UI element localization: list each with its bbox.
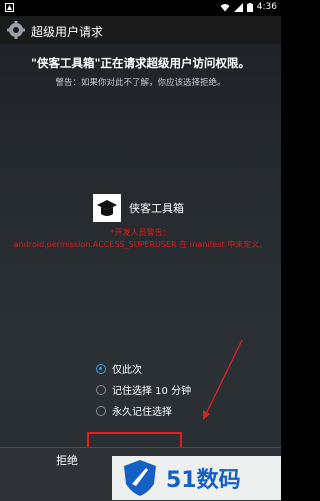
developer-warning-title: *开发人员警告：: [110, 228, 171, 237]
watermark: 51数码: [112, 456, 281, 500]
app-name: 侠客工具箱: [129, 202, 184, 215]
requesting-app: 侠客工具箱: [93, 194, 184, 222]
request-headline: "侠客工具箱"正在请求超级用户访问权限。: [31, 56, 250, 70]
app-logo-icon: [93, 194, 121, 222]
watermark-text: 51数码: [166, 468, 241, 493]
option-forever-label: 永久记住选择: [112, 407, 172, 418]
remember-options: 仅此次 记住选择 10 分钟 永久记住选择: [96, 358, 191, 421]
page-title: 超级用户请求: [31, 25, 104, 39]
android-notification-icon: [5, 3, 14, 12]
request-warning: 警告：如果你对此不了解，你应该选择拒绝。: [55, 78, 226, 88]
title-bar: 超级用户请求: [0, 16, 281, 44]
option-once-label: 仅此次: [112, 365, 142, 376]
gear-icon: [7, 21, 25, 39]
option-10-minutes-label: 记住选择 10 分钟: [112, 386, 192, 397]
radio-10-minutes[interactable]: [96, 384, 106, 395]
clock: 4:36: [256, 2, 277, 12]
radio-forever[interactable]: [96, 405, 106, 416]
radio-once[interactable]: [96, 363, 106, 374]
shield-logo-icon: [124, 460, 156, 496]
wifi-icon: [220, 3, 230, 11]
status-bar: 4:36: [0, 0, 281, 16]
option-once[interactable]: 仅此次: [96, 358, 191, 379]
battery-icon: [246, 2, 253, 12]
reject-button[interactable]: 拒绝: [56, 452, 78, 468]
developer-warning: *开发人员警告： android.permission.ACCESS_SUPER…: [0, 227, 281, 251]
developer-warning-detail: android.permission.ACCESS_SUPERUSER 在 ma…: [13, 240, 268, 249]
signal-icon: [233, 2, 243, 12]
option-forever[interactable]: 永久记住选择: [96, 400, 191, 421]
option-10-minutes[interactable]: 记住选择 10 分钟: [96, 379, 191, 400]
